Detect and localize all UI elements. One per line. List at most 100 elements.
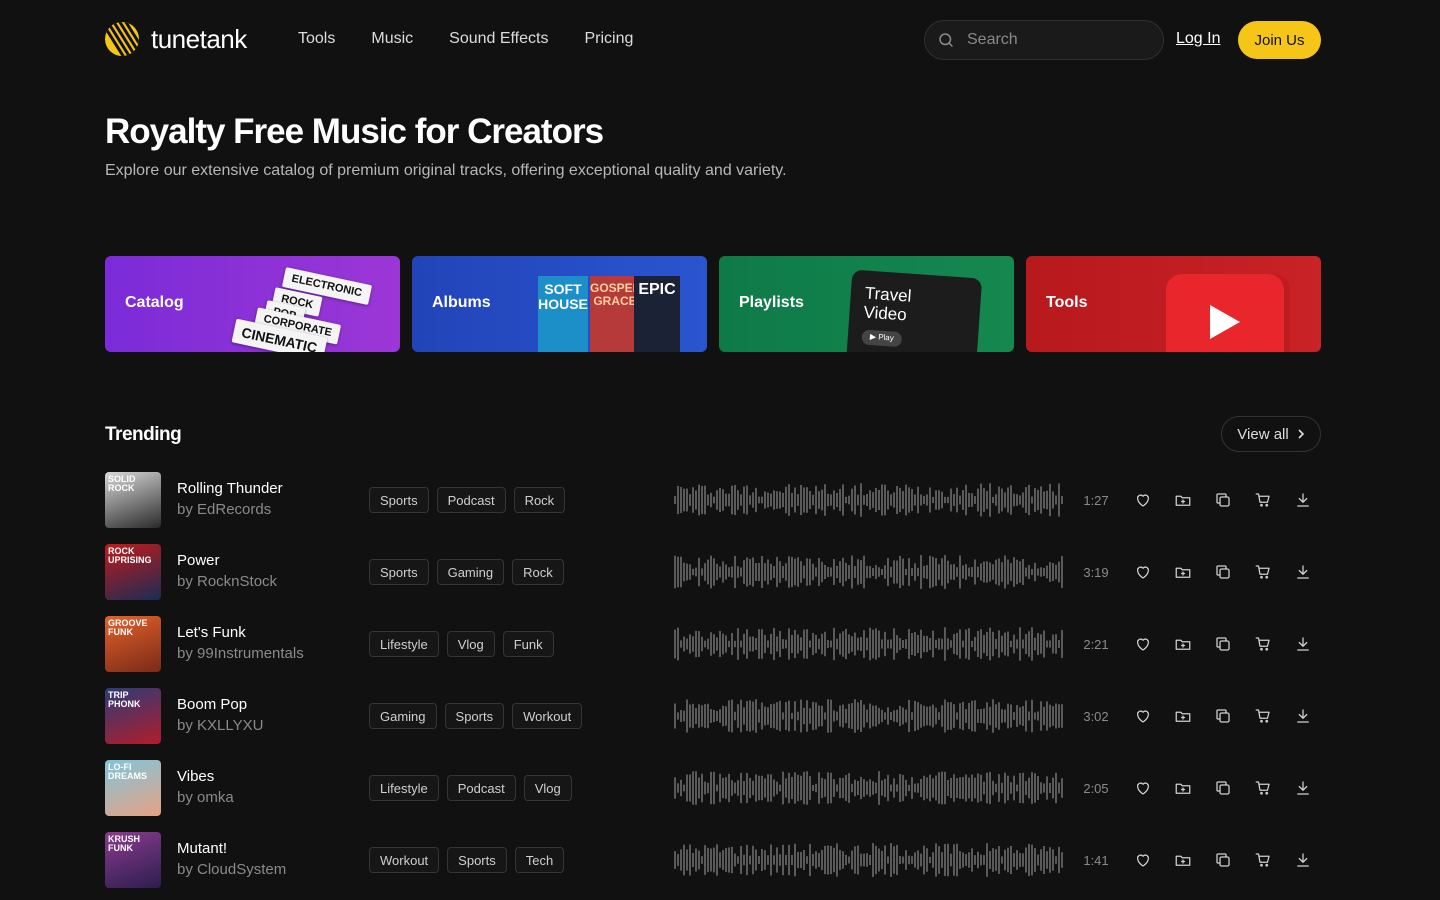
tag-chip[interactable]: Sports — [369, 559, 429, 585]
track-row[interactable]: GROOVE FUNK Let's Funk by 99Instrumental… — [105, 616, 1321, 672]
track-artist[interactable]: by CloudSystem — [177, 861, 286, 878]
tag-chip[interactable]: Lifestyle — [369, 775, 439, 801]
tag-chip[interactable]: Sports — [444, 703, 505, 729]
track-cover[interactable]: LO-FI DREAMS — [105, 760, 161, 816]
track-cover[interactable]: ROCK UPRISING — [105, 544, 161, 600]
tag-chip[interactable]: Funk — [502, 631, 554, 657]
view-all-button[interactable]: View all — [1221, 416, 1321, 452]
heart-icon — [1137, 710, 1149, 723]
heart-button[interactable] — [1131, 632, 1155, 656]
tag-chip[interactable]: Podcast — [436, 487, 506, 513]
track-artist[interactable]: by RocknStock — [177, 573, 277, 590]
cart-button[interactable] — [1251, 704, 1275, 728]
track-title[interactable]: Mutant! — [177, 840, 227, 857]
download-button[interactable] — [1291, 560, 1315, 584]
cart-button[interactable] — [1251, 632, 1275, 656]
category-card-tools[interactable]: Tools — [1026, 256, 1321, 352]
track-cover[interactable]: SOLID ROCK — [105, 472, 161, 528]
copy-button[interactable] — [1211, 488, 1235, 512]
tag-chip[interactable]: Tech — [514, 847, 565, 873]
tag-chip[interactable]: Workout — [512, 703, 583, 729]
nav-tools[interactable]: Tools — [298, 30, 335, 48]
track-cover[interactable]: GROOVE FUNK — [105, 616, 161, 672]
tag-chip[interactable]: Sports — [447, 847, 507, 873]
folder-plus-button[interactable] — [1171, 560, 1195, 584]
copy-button[interactable] — [1211, 704, 1235, 728]
track-title[interactable]: Boom Pop — [177, 696, 247, 713]
track-row[interactable]: TRIP PHONK Boom Pop by KXLLYXU Gaming Spo… — [105, 688, 1321, 744]
login-link[interactable]: Log In — [1176, 30, 1220, 48]
category-card-catalog[interactable]: Catalog ELECTRONIC ROCK POP CORPORATE CI… — [105, 256, 400, 352]
cart-button[interactable] — [1251, 848, 1275, 872]
folder-plus-icon — [1175, 567, 1191, 578]
track-row[interactable]: SOLID ROCK Rolling Thunder by EdRecords … — [105, 472, 1321, 528]
heart-button[interactable] — [1131, 776, 1155, 800]
track-cover[interactable]: KRUSH FUNK — [105, 832, 161, 888]
track-title[interactable]: Rolling Thunder — [177, 480, 283, 497]
search-input[interactable] — [965, 30, 1145, 50]
folder-plus-button[interactable] — [1171, 488, 1195, 512]
tag-chip[interactable]: Podcast — [446, 775, 516, 801]
cart-button[interactable] — [1251, 776, 1275, 800]
heart-button[interactable] — [1131, 848, 1155, 872]
download-button[interactable] — [1291, 632, 1315, 656]
tag-chip[interactable]: Lifestyle — [369, 631, 439, 657]
copy-button[interactable] — [1211, 848, 1235, 872]
copy-icon — [1216, 781, 1230, 795]
waveform[interactable] — [674, 842, 1068, 878]
waveform[interactable] — [674, 626, 1068, 662]
folder-plus-button[interactable] — [1171, 776, 1195, 800]
track-artist[interactable]: by 99Instrumentals — [177, 645, 304, 662]
download-button[interactable] — [1291, 704, 1315, 728]
heart-button[interactable] — [1131, 704, 1155, 728]
tag-chip[interactable]: Workout — [369, 847, 440, 873]
heart-button[interactable] — [1131, 560, 1155, 584]
nav-pricing[interactable]: Pricing — [584, 30, 633, 48]
search-box[interactable] — [924, 20, 1164, 60]
track-tags: Lifestyle Vlog Funk — [369, 631, 554, 657]
cart-button[interactable] — [1251, 560, 1275, 584]
copy-button[interactable] — [1211, 776, 1235, 800]
tag-chip[interactable]: Vlog — [446, 631, 495, 657]
tag-chip[interactable]: Vlog — [523, 775, 572, 801]
waveform[interactable] — [674, 770, 1068, 806]
tag-chip[interactable]: Sports — [369, 487, 429, 513]
track-row[interactable]: ROCK UPRISING Power by RocknStock Sports… — [105, 544, 1321, 600]
nav-music[interactable]: Music — [371, 30, 413, 48]
brand-logo[interactable]: tunetank — [105, 22, 247, 56]
cart-icon — [1255, 637, 1270, 651]
copy-button[interactable] — [1211, 560, 1235, 584]
download-button[interactable] — [1291, 488, 1315, 512]
category-card-albums[interactable]: Albums SOFT HOUSE GOSPEL GRACE EPIC — [412, 256, 707, 352]
tag-chip[interactable]: Rock — [513, 487, 566, 513]
download-button[interactable] — [1291, 848, 1315, 872]
category-card-playlists[interactable]: Playlists Travel Video ▶ Play — [719, 256, 1014, 352]
cart-icon — [1255, 565, 1270, 579]
tag-chip[interactable]: Gaming — [436, 559, 505, 585]
heart-button[interactable] — [1131, 488, 1155, 512]
folder-plus-button[interactable] — [1171, 704, 1195, 728]
folder-plus-button[interactable] — [1171, 632, 1195, 656]
tag-chip[interactable]: Gaming — [369, 703, 437, 729]
copy-icon — [1216, 853, 1230, 867]
copy-button[interactable] — [1211, 632, 1235, 656]
cart-button[interactable] — [1251, 488, 1275, 512]
tag-chip[interactable]: Rock — [512, 559, 564, 585]
track-title[interactable]: Let's Funk — [177, 624, 246, 641]
join-button[interactable]: Join Us — [1238, 21, 1321, 59]
folder-plus-button[interactable] — [1171, 848, 1195, 872]
track-row[interactable]: KRUSH FUNK Mutant! by CloudSystem Workou… — [105, 832, 1321, 888]
page-subtitle: Explore our extensive catalog of premium… — [105, 162, 787, 179]
track-title[interactable]: Power — [177, 552, 220, 569]
nav-sound-effects[interactable]: Sound Effects — [449, 30, 548, 48]
download-button[interactable] — [1291, 776, 1315, 800]
track-row[interactable]: LO-FI DREAMS Vibes by omka Lifestyle Podc… — [105, 760, 1321, 816]
track-artist[interactable]: by EdRecords — [177, 501, 271, 518]
waveform[interactable] — [674, 698, 1068, 734]
track-title[interactable]: Vibes — [177, 768, 214, 785]
track-cover[interactable]: TRIP PHONK — [105, 688, 161, 744]
track-artist[interactable]: by omka — [177, 789, 234, 806]
waveform[interactable] — [674, 554, 1068, 590]
waveform[interactable] — [674, 482, 1068, 518]
track-artist[interactable]: by KXLLYXU — [177, 717, 263, 734]
